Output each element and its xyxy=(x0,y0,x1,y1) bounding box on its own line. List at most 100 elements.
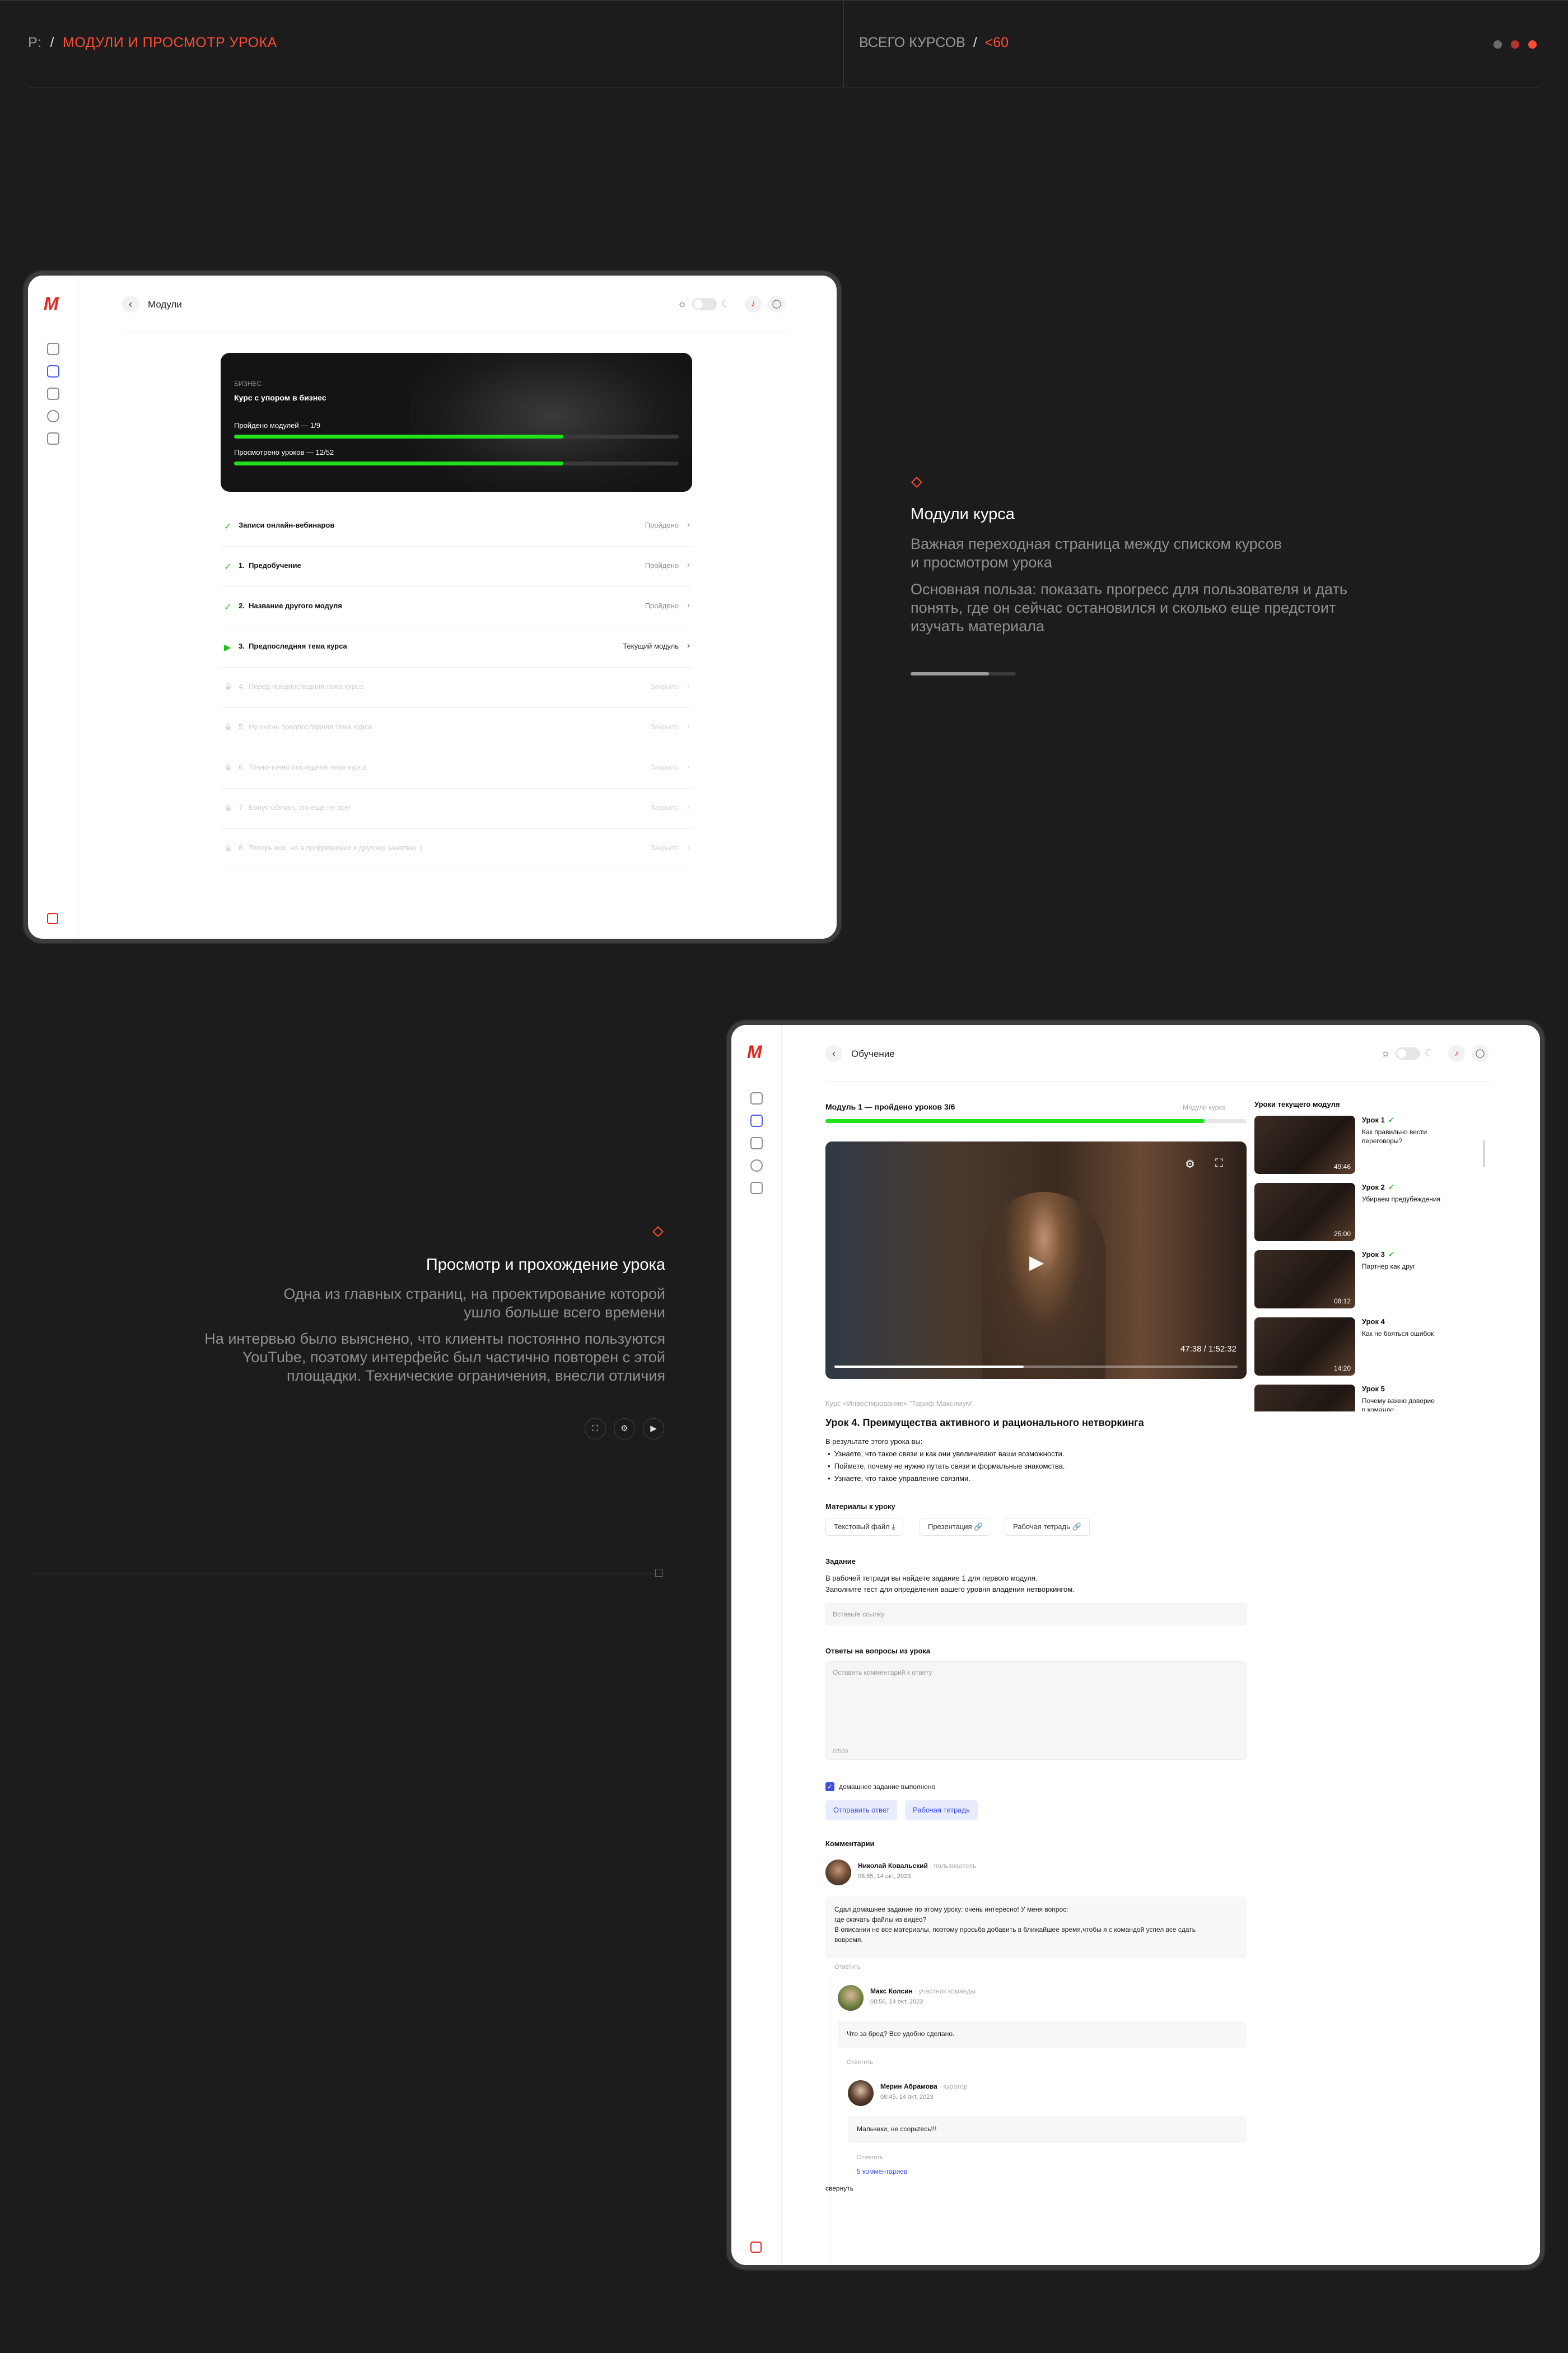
lesson-thumbnail: 08:12 xyxy=(1254,1250,1355,1308)
theme-toggle[interactable] xyxy=(692,298,717,310)
module-row[interactable]: ✓ 2. Название другого модуля Пройдено › xyxy=(221,587,692,627)
course-breadcrumb[interactable]: Курс «Инвестирование» "Тариф Максимум" xyxy=(825,1399,973,1408)
link-input[interactable]: Вставьте ссылку xyxy=(825,1603,1247,1625)
lesson-item[interactable]: 25:00 Урок 2 ✓ Убираем предубеждения xyxy=(1254,1183,1478,1243)
material-text-file[interactable]: Текстовый файл ⤓ xyxy=(825,1518,904,1536)
module-row[interactable]: 🔒 7. Бонус обязан, это еще не все! Закрыто… xyxy=(221,789,692,829)
lesson-desc-title: Просмотр и прохождение урока xyxy=(426,1256,665,1274)
video-seekbar[interactable] xyxy=(834,1366,1238,1368)
chevron-right-icon: › xyxy=(687,842,690,852)
back-button[interactable]: ‹ xyxy=(825,1045,842,1062)
back-button[interactable]: ‹ xyxy=(122,296,139,313)
planet-icon[interactable] xyxy=(750,1159,763,1172)
more-comments-link[interactable]: 5 комментариев xyxy=(857,2168,907,2175)
settings-icon[interactable]: ⚙ xyxy=(614,1418,635,1439)
home-icon[interactable] xyxy=(750,1092,763,1105)
calendar-icon[interactable] xyxy=(47,388,59,400)
homework-label: домашнее задание выполнено xyxy=(839,1783,936,1791)
lesson-duration: 25:00 xyxy=(1333,1230,1351,1238)
material-presentation[interactable]: Презентация 🔗 xyxy=(920,1518,992,1536)
fullscreen-icon[interactable]: ⛶ xyxy=(585,1418,606,1439)
sidebar: M xyxy=(731,1025,782,2265)
modules-desc-line5: изучать материала xyxy=(911,618,1045,635)
settings-icon[interactable]: ⚙ xyxy=(1185,1157,1195,1171)
calendar-icon[interactable] xyxy=(750,1137,763,1149)
module-row[interactable]: 🔒 5. Ну очень предпоследняя тема курса Зак… xyxy=(221,708,692,748)
module-row[interactable]: 🔒 6. Точно-точно последняя тема курса Закр… xyxy=(221,748,692,789)
header-divider xyxy=(825,1081,1492,1082)
notebook-icon[interactable] xyxy=(750,1182,763,1194)
reply-link[interactable]: Ответить xyxy=(847,2059,873,2066)
lesson-list-scrollbar[interactable] xyxy=(1483,1140,1485,1167)
user-icon[interactable]: ◯ xyxy=(1472,1045,1488,1062)
link-icon: 🔗 xyxy=(974,1522,983,1531)
play-icon[interactable]: ▶ xyxy=(643,1418,664,1439)
moon-icon: ☾ xyxy=(721,298,731,309)
module-list: ✓ Записи онлайн-вебинаров Пройдено › ✓ 1. Пре… xyxy=(221,506,692,876)
check-icon: ✓ xyxy=(1388,1183,1394,1191)
module-row[interactable]: 🔒 8. Теперь все, но в продолжение к друго… xyxy=(221,829,692,869)
module-status: Пройдено xyxy=(645,521,679,529)
lock-icon: 🔒 xyxy=(224,763,232,771)
send-answer-button[interactable]: Отправить ответ xyxy=(825,1800,898,1820)
dot-3 xyxy=(1528,40,1537,49)
bell-icon[interactable]: ♪ xyxy=(745,296,762,313)
download-icon: ⤓ xyxy=(892,1522,895,1531)
material-workbook[interactable]: Рабочая тетрадь 🔗 xyxy=(1005,1518,1090,1536)
user-icon[interactable]: ◯ xyxy=(768,296,785,313)
lesson-item[interactable]: 14:20 Урок 4 Как не бояться ошибок xyxy=(1254,1317,1478,1378)
collapse-link[interactable]: свернуть xyxy=(825,2184,853,2192)
lesson-desc-line1: Одна из главных страниц, на проектирован… xyxy=(283,1285,665,1302)
lesson-thumbnail xyxy=(1254,1385,1355,1411)
logout-icon[interactable] xyxy=(47,913,58,924)
module-progress-label: Модуль 1 — пройдено уроков 3/6 xyxy=(825,1102,955,1111)
page-title: Модули xyxy=(148,299,182,310)
theme-toggle[interactable] xyxy=(1396,1047,1420,1060)
bullet-2: • Поймете, почему не нужно путать связи … xyxy=(828,1462,1065,1470)
workbook-button[interactable]: Рабочая тетрадь xyxy=(905,1800,978,1820)
module-link[interactable]: Модули курса xyxy=(1183,1103,1226,1111)
module-row[interactable]: ▶ 3. Предпоследняя тема курса Текущий моду… xyxy=(221,627,692,668)
planet-icon[interactable] xyxy=(47,410,59,422)
home-icon[interactable] xyxy=(47,343,59,355)
task-line-1: В рабочей тетради вы найдете задание 1 д… xyxy=(825,1574,1038,1582)
lesson-title: Урок 3 ✓ xyxy=(1362,1250,1394,1259)
lesson-item[interactable]: 49:46 Урок 1 ✓ Как правильно вести переговор… xyxy=(1254,1116,1478,1176)
video-player[interactable]: ▶ ⚙ ⛶ 47:38 / 1:52:32 xyxy=(825,1141,1247,1379)
lesson-item[interactable]: Урок 5 Почему важно доверие в команде xyxy=(1254,1385,1478,1411)
module-row[interactable]: ✓ Записи онлайн-вебинаров Пройдено › xyxy=(221,506,692,547)
check-icon: ✓ xyxy=(1388,1116,1394,1124)
book-icon[interactable] xyxy=(47,365,59,378)
sidebar: M xyxy=(28,276,78,939)
module-name: Записи онлайн-вебинаров xyxy=(239,521,335,529)
module-row[interactable]: 🔒 4. Перед предпоследняя тема курса Закрыт… xyxy=(221,668,692,708)
reply-link[interactable]: Ответить xyxy=(857,2154,883,2161)
reply-link[interactable]: Ответить xyxy=(834,1964,861,1970)
course-banner: БИЗНЕС Курс с упором в бизнес Пройдено м… xyxy=(221,353,692,492)
fullscreen-icon[interactable]: ⛶ xyxy=(1215,1157,1223,1170)
lesson-item[interactable]: 08:12 Урок 3 ✓ Партнер как друг xyxy=(1254,1250,1478,1311)
module-status: Закрыто xyxy=(650,803,679,812)
module-status: Закрыто xyxy=(650,682,679,691)
lesson-desc-line2: ушло больше всего времени xyxy=(464,1304,665,1321)
module-name: 8. Теперь все, но в продолжение к другом… xyxy=(239,844,423,852)
lesson-title: Урок 2 ✓ xyxy=(1362,1183,1394,1191)
module-row[interactable]: ✓ 1. Предобучение Пройдено › xyxy=(221,547,692,587)
play-button-icon[interactable]: ▶ xyxy=(1029,1251,1044,1274)
avatar[interactable] xyxy=(825,1860,851,1885)
lesson-screen: M ‹ Обучение ☼ ☾ ♪ ◯ Модуль 1 — пройдено… xyxy=(727,1021,1544,2270)
breadcrumb: P: / МОДУЛИ И ПРОСМОТР УРОКА xyxy=(28,35,277,50)
lock-icon: 🔒 xyxy=(224,723,232,730)
book-icon[interactable] xyxy=(750,1115,763,1127)
avatar[interactable] xyxy=(848,2080,874,2106)
homework-checkbox[interactable]: ✓ xyxy=(825,1782,834,1791)
logout-icon[interactable] xyxy=(750,2242,762,2253)
check-icon: ✓ xyxy=(224,522,232,532)
bell-icon[interactable]: ♪ xyxy=(1448,1045,1465,1062)
answer-textarea[interactable]: Оставить комментарий к ответу 0/500 xyxy=(825,1661,1247,1760)
avatar[interactable] xyxy=(838,1985,864,2011)
lesson-desc-line4: YouTube, поэтому интерфейс был частично … xyxy=(242,1349,665,1366)
module-name: 2. Название другого модуля xyxy=(239,602,342,610)
comment-author: Николай Ковальский · пользователь xyxy=(858,1862,977,1870)
notebook-icon[interactable] xyxy=(47,432,59,445)
